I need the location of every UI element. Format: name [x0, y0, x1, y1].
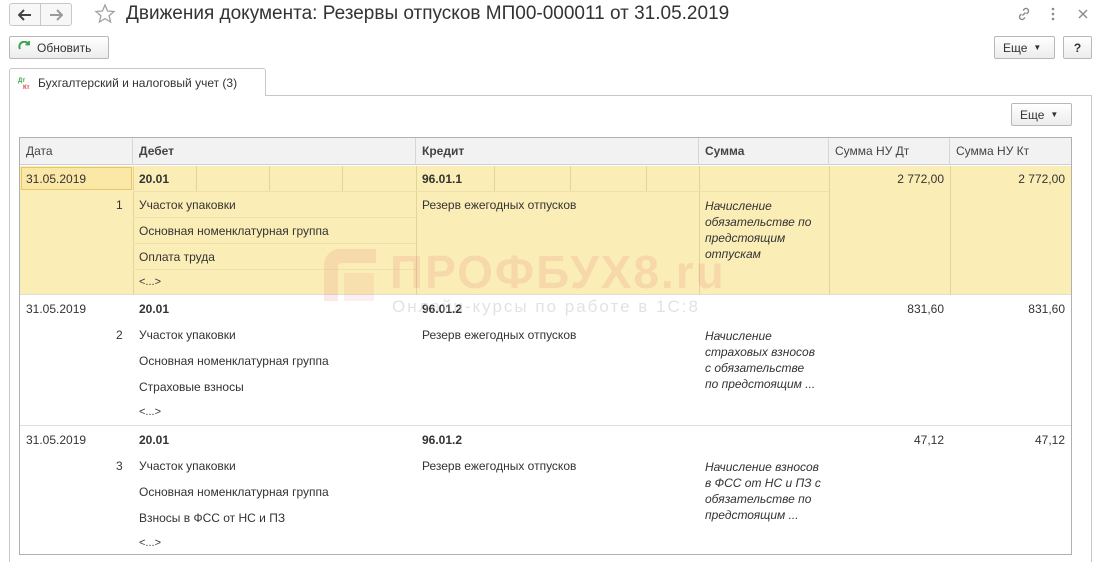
cell-debit-subconto-2[interactable]: Основная номенклатурная группа: [139, 224, 329, 238]
subcell-divider: [269, 166, 270, 191]
column-divider: [416, 166, 417, 295]
caret-down-icon: ▼: [1033, 43, 1042, 52]
subcell-divider: [133, 269, 416, 270]
cell-debit-more[interactable]: <...>: [139, 537, 161, 549]
cell-content[interactable]: Начисление обязательстве по предстоящим …: [705, 198, 827, 262]
cell-credit-account[interactable]: 96.01.2: [422, 433, 462, 447]
cell-row-number: 3: [116, 459, 123, 473]
column-header-sum-nu-kt[interactable]: Сумма НУ Кт: [950, 138, 1071, 165]
table-more-button[interactable]: Еще ▼: [1011, 103, 1072, 126]
cell-date[interactable]: 31.05.2019: [26, 172, 86, 186]
subcell-divider: [416, 191, 699, 192]
refresh-label: Обновить: [37, 40, 92, 55]
cell-credit-account[interactable]: 96.01.1: [422, 172, 462, 186]
subcell-divider: [196, 166, 197, 191]
refresh-button[interactable]: Обновить: [9, 36, 109, 59]
subcell-divider: [646, 166, 647, 191]
cell-sum-nu-dt[interactable]: 2 772,00: [829, 172, 944, 186]
column-header-sum[interactable]: Сумма: [699, 138, 829, 165]
cell-debit-account[interactable]: 20.01: [139, 302, 169, 316]
cell-row-number: 1: [116, 198, 123, 212]
cell-sum-nu-kt[interactable]: 831,60: [950, 302, 1065, 316]
column-header-debit[interactable]: Дебет: [133, 138, 416, 165]
cell-credit-account[interactable]: 96.01.2: [422, 302, 462, 316]
arrow-right-icon: [50, 8, 63, 21]
cell-debit-subconto-3[interactable]: Оплата труда: [139, 250, 215, 264]
cell-debit-subconto-3[interactable]: Взносы в ФСС от НС и ПЗ: [139, 511, 285, 525]
cell-sum-nu-kt[interactable]: 47,12: [950, 433, 1065, 447]
column-divider: [133, 166, 134, 295]
cell-debit-more[interactable]: <...>: [139, 276, 161, 288]
subcell-divider: [699, 191, 829, 192]
cell-debit-subconto-2[interactable]: Основная номенклатурная группа: [139, 485, 329, 499]
subcell-divider: [494, 166, 495, 191]
cell-debit-more[interactable]: <...>: [139, 406, 161, 418]
link-icon[interactable]: [1016, 6, 1032, 22]
cell-row-number: 2: [116, 328, 123, 342]
svg-text:Кт: Кт: [23, 85, 30, 90]
column-divider: [699, 166, 700, 295]
close-icon[interactable]: [1077, 6, 1089, 22]
cell-sum-nu-kt[interactable]: 2 772,00: [950, 172, 1065, 186]
arrow-left-icon: [18, 8, 31, 21]
subcell-divider: [133, 217, 416, 218]
document-movements-window: Движения документа: Резервы отпусков МП0…: [0, 0, 1101, 562]
title-bar: Движения документа: Резервы отпусков МП0…: [0, 0, 1101, 30]
subcell-divider: [342, 166, 343, 191]
more-button[interactable]: Еще ▼: [994, 36, 1055, 59]
cell-debit-account[interactable]: 20.01: [139, 433, 169, 447]
svg-text:Дт: Дт: [18, 78, 25, 84]
cell-debit-account[interactable]: 20.01: [139, 172, 169, 186]
forward-button[interactable]: [40, 3, 72, 26]
dt-kt-icon: Дт Кт: [18, 78, 30, 90]
cell-content[interactable]: Начисление взносов в ФСС от НС и ПЗ с об…: [705, 459, 827, 523]
table-row[interactable]: 31.05.2019 1 20.01 Участок упаковки Осно…: [20, 166, 1071, 295]
caret-down-icon: ▼: [1050, 110, 1059, 119]
cell-sum-nu-dt[interactable]: 831,60: [829, 302, 944, 316]
subcell-divider: [133, 243, 416, 244]
more-label: Еще: [1003, 40, 1028, 55]
cell-debit-subconto-2[interactable]: Основная номенклатурная группа: [139, 354, 329, 368]
cell-debit-subconto-1[interactable]: Участок упаковки: [139, 198, 236, 212]
entries-table[interactable]: Дата Дебет Кредит Сумма Сумма НУ Дт Сумм…: [19, 137, 1072, 555]
cell-debit-subconto-1[interactable]: Участок упаковки: [139, 328, 236, 342]
cell-credit-subconto-1[interactable]: Резерв ежегодных отпусков: [422, 198, 576, 212]
window-title: Движения документа: Резервы отпусков МП0…: [126, 3, 730, 24]
star-icon[interactable]: [94, 3, 116, 25]
column-header-sum-nu-dt[interactable]: Сумма НУ Дт: [829, 138, 950, 165]
cell-content[interactable]: Начисление страховых взносов с обязатель…: [705, 328, 817, 392]
cell-date[interactable]: 31.05.2019: [26, 433, 86, 447]
cell-debit-subconto-3[interactable]: Страховые взносы: [139, 380, 244, 394]
cell-credit-subconto-1[interactable]: Резерв ежегодных отпусков: [422, 328, 576, 342]
help-button[interactable]: ?: [1063, 36, 1092, 59]
table-row[interactable]: 31.05.2019 3 20.01 Участок упаковки Осно…: [20, 427, 1071, 554]
cell-date[interactable]: 31.05.2019: [26, 302, 86, 316]
refresh-icon: [18, 41, 30, 50]
table-row[interactable]: 31.05.2019 2 20.01 Участок упаковки Осно…: [20, 296, 1071, 426]
subcell-divider: [570, 166, 571, 191]
cell-credit-subconto-1[interactable]: Резерв ежегодных отпусков: [422, 459, 576, 473]
table-header: Дата Дебет Кредит Сумма Сумма НУ Дт Сумм…: [20, 138, 1071, 165]
help-label: ?: [1073, 40, 1082, 55]
column-header-credit[interactable]: Кредит: [416, 138, 699, 165]
back-button[interactable]: [9, 3, 41, 26]
subcell-divider: [133, 191, 416, 192]
more-vertical-icon[interactable]: [1050, 6, 1056, 22]
column-header-date[interactable]: Дата: [20, 138, 133, 165]
tab-accounting[interactable]: Дт Кт Бухгалтерский и налоговый учет (3): [9, 68, 266, 96]
cell-debit-subconto-1[interactable]: Участок упаковки: [139, 459, 236, 473]
tab-label: Бухгалтерский и налоговый учет (3): [38, 75, 238, 90]
cell-sum-nu-dt[interactable]: 47,12: [829, 433, 944, 447]
table-more-label: Еще: [1020, 107, 1045, 122]
